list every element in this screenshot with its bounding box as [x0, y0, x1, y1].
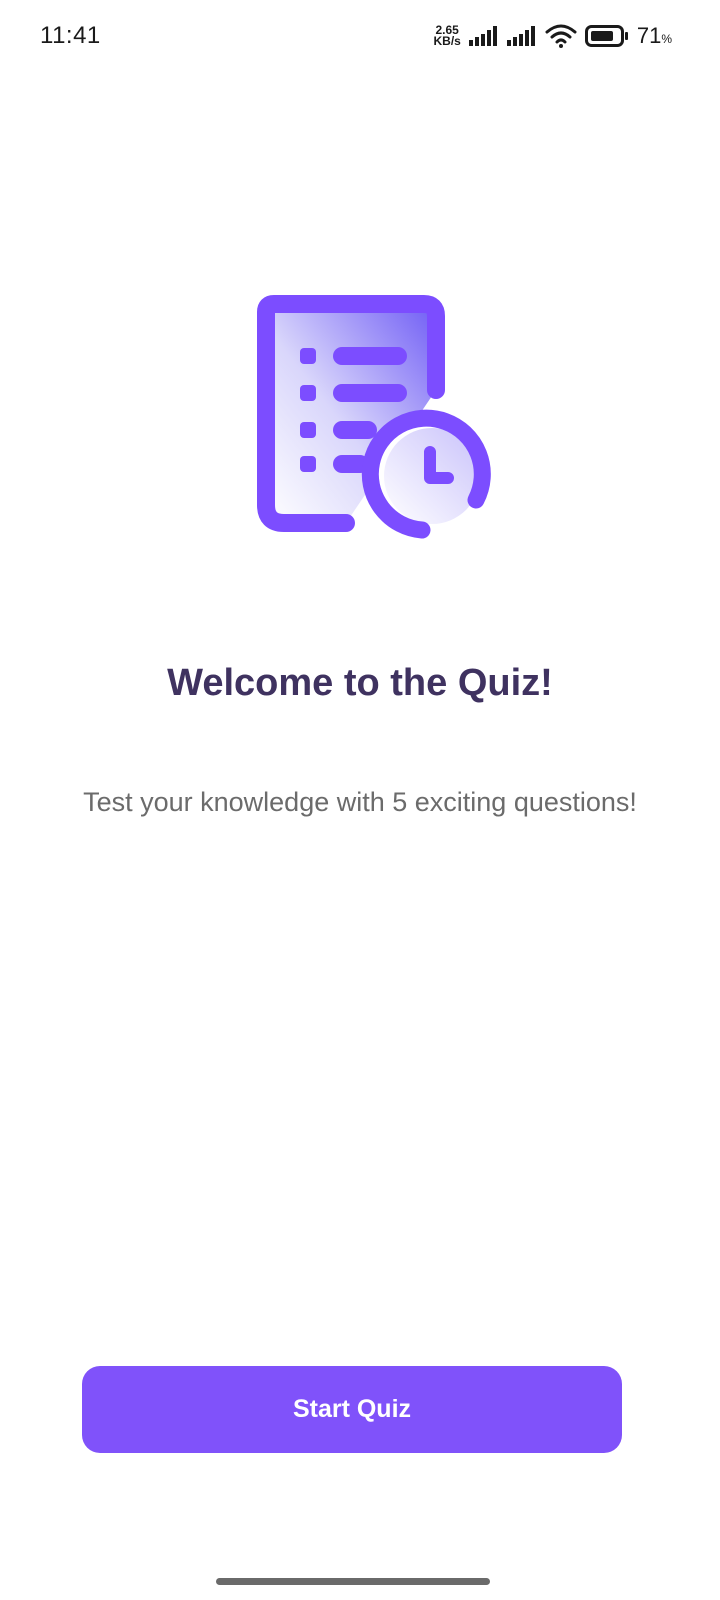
- signal-strength-2-icon: [506, 26, 535, 46]
- start-quiz-button[interactable]: Start Quiz: [82, 1366, 622, 1453]
- quiz-welcome-screen: 11:41 2.65 KB/s 71% Welcome to the Quiz!…: [0, 0, 720, 1600]
- status-bar: 11:41 2.65 KB/s 71%: [0, 0, 720, 72]
- battery-unit: %: [661, 32, 672, 46]
- battery-percentage: 71%: [637, 23, 672, 49]
- battery-icon: [584, 25, 628, 47]
- status-indicators: 2.65 KB/s 71%: [433, 20, 672, 52]
- welcome-title: Welcome to the Quiz!: [167, 662, 553, 704]
- quiz-document-clock-icon: [257, 295, 491, 539]
- wifi-icon: [545, 24, 577, 48]
- welcome-subtitle: Test your knowledge with 5 exciting ques…: [83, 787, 637, 817]
- network-speed: 2.65 KB/s: [433, 24, 461, 48]
- battery-value: 71: [636, 23, 662, 48]
- home-indicator-bar[interactable]: [216, 1578, 490, 1585]
- signal-strength-icon: [468, 26, 497, 46]
- network-speed-unit: KB/s: [433, 34, 461, 48]
- status-time: 11:41: [40, 22, 101, 49]
